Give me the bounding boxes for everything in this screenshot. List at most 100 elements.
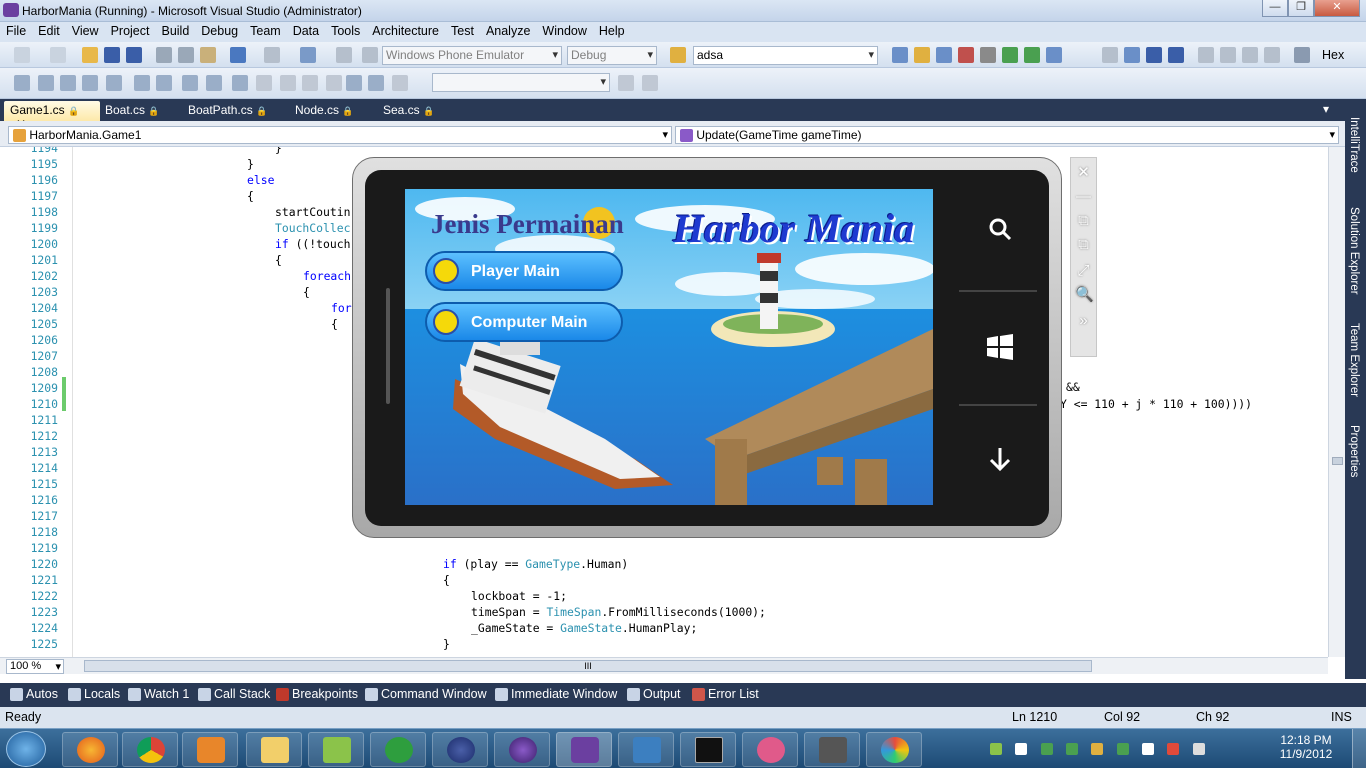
scroll-thumb[interactable] xyxy=(1332,457,1343,465)
taskbar-media-player[interactable] xyxy=(182,732,238,767)
show-next-statement-icon[interactable] xyxy=(1198,47,1214,63)
navigate-forward-icon[interactable] xyxy=(336,47,352,63)
menu-test[interactable]: Test xyxy=(445,22,480,40)
taskbar-chrome[interactable] xyxy=(122,732,178,767)
maximize-button[interactable]: ❐ xyxy=(1288,0,1314,17)
tab-overflow-icon[interactable]: ▾ xyxy=(1323,102,1329,116)
menu-view[interactable]: View xyxy=(66,22,105,40)
computer-main-button[interactable]: Computer Main xyxy=(425,302,623,342)
add-item-icon[interactable] xyxy=(50,47,66,63)
increase-indent-icon[interactable] xyxy=(134,75,150,91)
restart-icon[interactable] xyxy=(1168,47,1184,63)
additional-tools-icon[interactable]: » xyxy=(1075,312,1092,329)
empty-select[interactable] xyxy=(432,73,610,92)
decrease-indent-icon[interactable] xyxy=(106,75,122,91)
taskbar-zune[interactable] xyxy=(742,732,798,767)
open-file-icon[interactable] xyxy=(82,47,98,63)
tray-icon[interactable] xyxy=(1116,742,1129,755)
tab-node[interactable]: Node.cs 🔒 xyxy=(289,101,360,121)
find-icon[interactable] xyxy=(670,47,686,63)
tray-icon[interactable] xyxy=(1091,742,1104,755)
tool-tab-immediate-window[interactable]: Immediate Window xyxy=(495,687,617,702)
emulator-screen[interactable]: Jenis Permainan Harbor Mania Player Main… xyxy=(405,189,933,505)
bluetooth-icon[interactable] xyxy=(1015,742,1028,755)
zoom-select[interactable]: 100 % ▾ xyxy=(6,659,64,674)
tool-icon-2[interactable] xyxy=(914,47,930,63)
menu-build[interactable]: Build xyxy=(155,22,195,40)
tray-icon[interactable] xyxy=(1066,742,1079,755)
tool-icon-1[interactable] xyxy=(892,47,908,63)
menu-tools[interactable]: Tools xyxy=(325,22,366,40)
next-bookmark-icon[interactable] xyxy=(280,75,296,91)
tool-icon-8[interactable] xyxy=(1046,47,1062,63)
copy-icon[interactable] xyxy=(178,47,194,63)
display-object-icon[interactable] xyxy=(14,75,30,91)
tool-tab-locals[interactable]: Locals xyxy=(68,687,120,702)
configuration-select[interactable]: Debug xyxy=(567,46,657,65)
bookmark-icon[interactable] xyxy=(206,75,222,91)
taskbar-notepad[interactable] xyxy=(308,732,364,767)
back-arrow-icon[interactable] xyxy=(983,446,1017,479)
taskbar-visual-studio[interactable] xyxy=(556,732,612,767)
next-folder-bookmark-icon[interactable] xyxy=(326,75,342,91)
start-button-icon[interactable] xyxy=(6,731,46,767)
menu-help[interactable]: Help xyxy=(593,22,631,40)
emulator-close-icon[interactable]: ✕ xyxy=(1075,164,1092,181)
tab-boatpath[interactable]: BoatPath.cs 🔒 xyxy=(182,101,273,121)
menu-analyze[interactable]: Analyze xyxy=(480,22,536,40)
volume-icon[interactable] xyxy=(1192,742,1205,755)
rotate-left-icon[interactable]: ⧉ xyxy=(1075,212,1092,229)
hex-label[interactable]: Hex xyxy=(1322,48,1344,62)
next-doc-bookmark-icon[interactable] xyxy=(346,75,362,91)
close-button[interactable]: ✕ xyxy=(1314,0,1360,17)
parameter-info-icon[interactable] xyxy=(38,75,54,91)
step-out-icon[interactable] xyxy=(1264,47,1280,63)
show-desktop-button[interactable] xyxy=(1352,729,1366,768)
hexadecimal-icon[interactable] xyxy=(1294,47,1310,63)
paste-icon[interactable] xyxy=(200,47,216,63)
redo-icon[interactable] xyxy=(264,47,280,63)
taskbar-explorer[interactable] xyxy=(246,732,302,767)
search-icon[interactable] xyxy=(983,216,1017,249)
tool-tab-call-stack[interactable]: Call Stack xyxy=(198,687,270,702)
menu-file[interactable]: File xyxy=(0,22,32,40)
quick-info-icon[interactable] xyxy=(60,75,76,91)
tool-icon-4[interactable] xyxy=(958,47,974,63)
tool-icon-6[interactable] xyxy=(1002,47,1018,63)
tab-boat[interactable]: Boat.cs 🔒 xyxy=(99,101,166,121)
side-tab-solution-explorer[interactable]: Solution Explorer xyxy=(1348,207,1360,295)
tool-tab-breakpoints[interactable]: Breakpoints xyxy=(276,687,358,702)
tool-tab-output[interactable]: Output xyxy=(627,687,681,702)
word-completion-icon[interactable] xyxy=(82,75,98,91)
menu-project[interactable]: Project xyxy=(105,22,156,40)
taskbar-firefox[interactable] xyxy=(62,732,118,767)
tool-tab-command-window[interactable]: Command Window xyxy=(365,687,487,702)
tab-sea[interactable]: Sea.cs 🔒 xyxy=(377,101,440,121)
taskbar-phone-emulator[interactable] xyxy=(804,732,860,767)
taskbar-paint[interactable] xyxy=(866,732,922,767)
prev-bookmark-icon[interactable] xyxy=(256,75,272,91)
taskbar-eclipse-purple[interactable] xyxy=(494,732,550,767)
toggle-bookmark-icon[interactable] xyxy=(232,75,248,91)
clock[interactable]: 12:18 PM 11/9/2012 xyxy=(1276,733,1336,761)
menu-team[interactable]: Team xyxy=(244,22,287,40)
tool-icon-9[interactable] xyxy=(618,75,634,91)
comment-icon[interactable] xyxy=(156,75,172,91)
zoom-icon[interactable]: 🔍 xyxy=(1075,286,1094,303)
taskbar-green-app[interactable] xyxy=(370,732,426,767)
tool-icon-7[interactable] xyxy=(1024,47,1040,63)
prev-folder-bookmark-icon[interactable] xyxy=(302,75,318,91)
taskbar-network[interactable] xyxy=(618,732,674,767)
step-over-icon[interactable] xyxy=(1242,47,1258,63)
taskbar-cmd[interactable] xyxy=(680,732,736,767)
tray-icon[interactable] xyxy=(990,742,1002,755)
member-dropdown[interactable]: Update(GameTime gameTime) xyxy=(675,126,1339,144)
taskbar-eclipse[interactable] xyxy=(432,732,488,767)
save-all-icon[interactable] xyxy=(126,47,142,63)
save-icon[interactable] xyxy=(104,47,120,63)
side-tab-team-explorer[interactable]: Team Explorer xyxy=(1348,323,1360,397)
deploy-target-select[interactable]: Windows Phone Emulator xyxy=(382,46,562,65)
menu-debug[interactable]: Debug xyxy=(195,22,244,40)
find-input[interactable]: adsa xyxy=(693,46,878,65)
vertical-scrollbar[interactable] xyxy=(1328,147,1345,657)
